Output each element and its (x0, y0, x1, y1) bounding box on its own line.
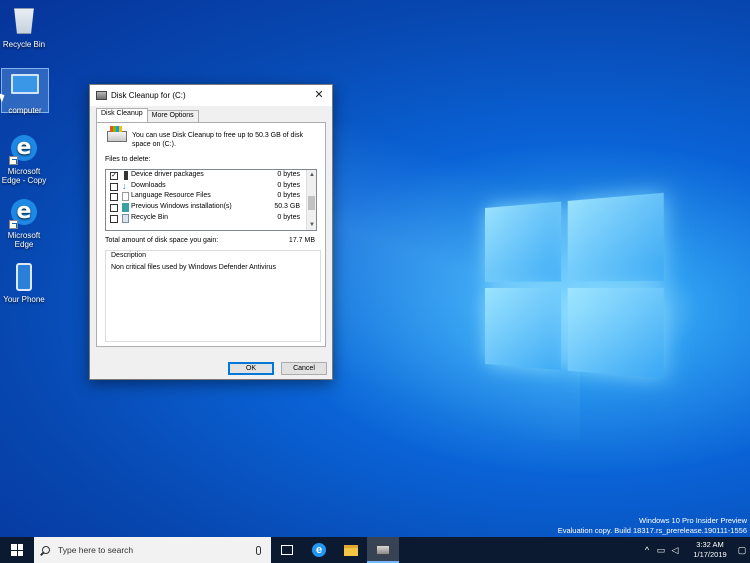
action-center-icon[interactable]: ▢ (734, 537, 750, 563)
shortcut-arrow-icon (9, 156, 18, 165)
watermark-line-1: Windows 10 Pro Insider Preview (639, 516, 747, 525)
description-title: Description (111, 252, 147, 259)
disk-cleanup-icon (96, 91, 107, 100)
edge-icon: e (9, 199, 39, 229)
file-size: 0 bytes (277, 171, 300, 178)
desktop-icon-label: computer (8, 106, 42, 115)
total-space-label: Total amount of disk space you gain: (105, 237, 219, 244)
files-to-delete-label: Files to delete: (105, 156, 151, 163)
list-item[interactable]: Recycle Bin 0 bytes (106, 213, 316, 224)
file-name: Recycle Bin (131, 213, 168, 221)
recycle-bin-icon (9, 8, 39, 38)
search-icon (42, 546, 50, 554)
dialog-titlebar[interactable]: Disk Cleanup for (C:) ✕ (90, 85, 332, 106)
disk-cleanup-dialog: Disk Cleanup for (C:) ✕ Disk Cleanup Mor… (89, 84, 333, 380)
computer-icon (10, 74, 40, 104)
task-view-button[interactable] (271, 537, 303, 563)
windows-logo-icon (11, 544, 23, 556)
list-item[interactable]: ↓ Downloads 0 bytes (106, 181, 316, 192)
folder-icon (344, 544, 358, 556)
edge-icon: e (9, 135, 39, 165)
checkbox[interactable] (110, 204, 118, 213)
tab-disk-cleanup[interactable]: Disk Cleanup (96, 108, 148, 122)
total-space-value: 17.7 MB (288, 237, 315, 244)
files-list-scrollbar[interactable]: ▲ ▼ (306, 170, 316, 230)
recycle-bin-icon (122, 213, 129, 223)
network-icon[interactable]: ▭ (655, 545, 667, 556)
disk-cleanup-icon (376, 545, 390, 555)
list-item[interactable]: Previous Windows installation(s) 50.3 GB (106, 202, 316, 213)
file-size: 0 bytes (277, 192, 300, 200)
description-text: Non critical files used by Windows Defen… (111, 264, 276, 271)
tab-more-options[interactable]: More Options (146, 110, 199, 122)
edge-icon: e (312, 543, 326, 557)
checkbox[interactable] (110, 193, 118, 202)
dialog-title: Disk Cleanup for (C:) (111, 91, 186, 100)
scroll-down-icon[interactable]: ▼ (308, 221, 316, 229)
watermark-line-2: Evaluation copy. Build 18317.rs_prerelea… (557, 526, 747, 535)
task-view-icon (281, 545, 293, 555)
list-item[interactable]: Language Resource Files 0 bytes (106, 191, 316, 202)
desktop-icon-label: Microsoft Edge (7, 231, 41, 249)
tab-panel: You can use Disk Cleanup to free up to 5… (96, 122, 326, 347)
taskbar-edge-button[interactable]: e (303, 537, 335, 563)
taskbar: Type here to search e ^ ▭ ◁ 3:32 AM 1/17… (0, 537, 750, 563)
desktop-icon-recycle-bin[interactable]: Recycle Bin (0, 6, 48, 49)
taskbar-search-box[interactable]: Type here to search (34, 537, 271, 563)
drive-icon (107, 126, 127, 142)
scroll-up-icon[interactable]: ▲ (308, 171, 316, 179)
file-size: 0 bytes (277, 181, 300, 189)
document-icon (122, 192, 129, 202)
checkbox-checked[interactable]: ✓ (110, 172, 118, 180)
description-group: Description Non critical files used by W… (105, 250, 321, 342)
download-arrow-icon: ↓ (122, 180, 127, 191)
desktop-icon-label: Your Phone (3, 295, 45, 304)
wallpaper-windows-logo (485, 192, 664, 383)
taskbar-disk-cleanup-button[interactable] (367, 537, 399, 563)
file-name: Language Resource Files (131, 192, 211, 200)
desktop-icon-edge-copy[interactable]: e Microsoft Edge - Copy (0, 133, 48, 185)
system-tray: ^ ▭ ◁ 3:32 AM 1/17/2019 ▢ (640, 537, 750, 563)
clock[interactable]: 3:32 AM 1/17/2019 (686, 540, 734, 560)
file-name: Downloads (131, 181, 166, 189)
shortcut-arrow-icon (9, 220, 18, 229)
file-name: Previous Windows installation(s) (131, 203, 232, 211)
volume-icon[interactable]: ◁ (669, 545, 681, 556)
file-size: 0 bytes (277, 213, 300, 221)
clock-date: 1/17/2019 (693, 550, 727, 559)
cancel-button[interactable]: Cancel (281, 362, 327, 375)
ok-button[interactable]: OK (228, 362, 274, 375)
desktop-icon-your-phone[interactable]: Your Phone (0, 262, 48, 304)
list-item[interactable]: ✓ Device driver packages 0 bytes (106, 170, 316, 181)
phone-icon (9, 263, 39, 293)
scroll-thumb[interactable] (308, 196, 315, 210)
close-button[interactable]: ✕ (306, 85, 332, 106)
windows-install-icon (122, 203, 129, 213)
desktop-icon-label: Recycle Bin (2, 40, 46, 49)
build-watermark: Windows 10 Pro Insider Preview Evaluatio… (558, 516, 747, 536)
clock-time: 3:32 AM (696, 540, 724, 549)
tab-strip: Disk Cleanup More Options (96, 108, 199, 122)
file-name: Device driver packages (131, 171, 204, 178)
microphone-icon[interactable] (256, 545, 261, 555)
start-button[interactable] (0, 537, 34, 563)
desktop-icon-label: Microsoft Edge - Copy (1, 167, 47, 185)
driver-icon (124, 171, 128, 180)
desktop-icon-edge[interactable]: e Microsoft Edge (0, 197, 48, 249)
intro-text: You can use Disk Cleanup to free up to 5… (132, 132, 303, 148)
desktop-icon-computer[interactable]: computer (1, 68, 49, 115)
taskbar-file-explorer-button[interactable] (335, 537, 367, 563)
show-hidden-icons-chevron-icon[interactable]: ^ (641, 545, 653, 555)
file-size: 50.3 GB (274, 203, 300, 211)
search-input[interactable]: Type here to search (58, 545, 256, 555)
checkbox[interactable] (110, 214, 118, 223)
files-list[interactable]: ✓ Device driver packages 0 bytes ↓ Downl… (105, 169, 317, 231)
checkbox[interactable] (110, 182, 118, 191)
